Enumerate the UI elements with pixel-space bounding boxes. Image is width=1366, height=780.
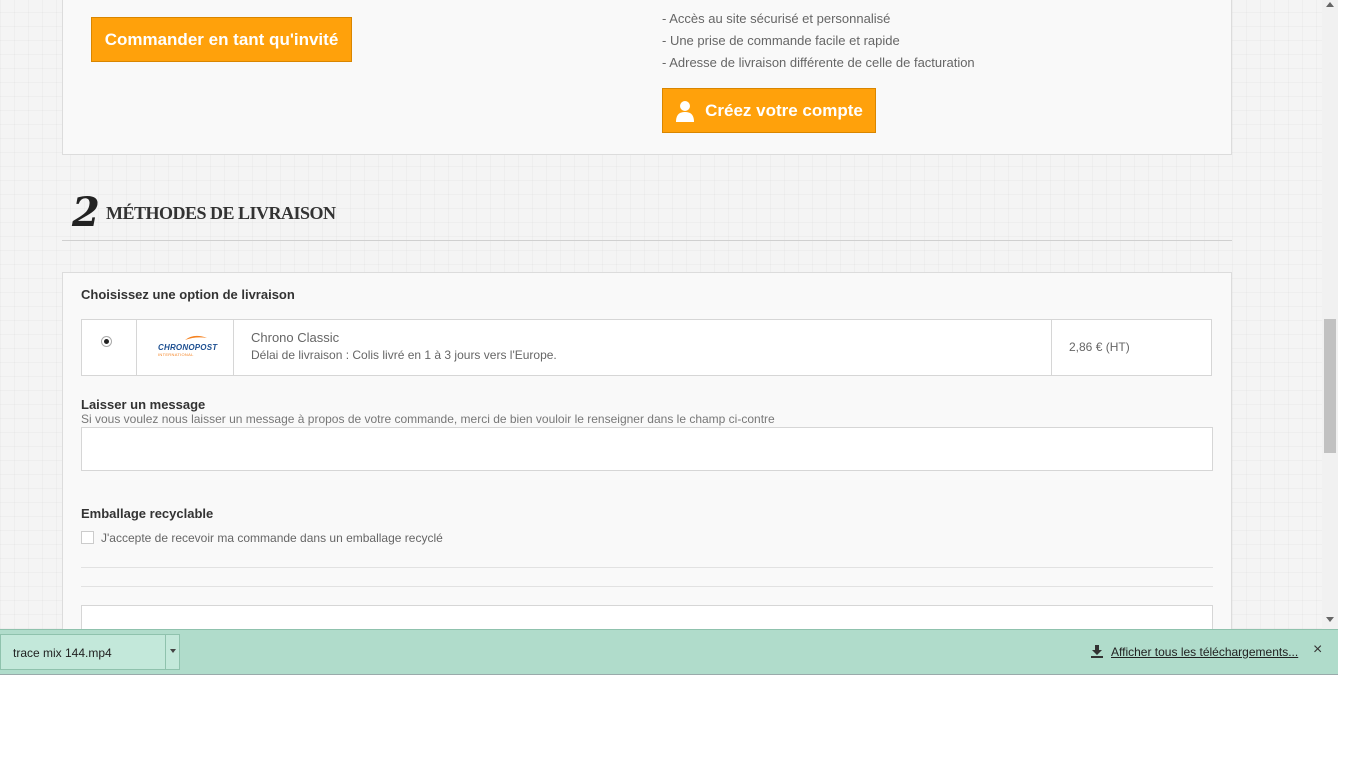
message-hint: Si vous voulez nous laisser un message à…	[81, 412, 775, 426]
download-file-name[interactable]: trace mix 144.mp4	[13, 646, 112, 660]
choose-delivery-label: Choisissez une option de livraison	[81, 287, 295, 302]
show-all-downloads-link[interactable]: Afficher tous les téléchargements...	[1111, 645, 1298, 659]
download-menu-divider	[165, 635, 166, 669]
carrier-price: 2,86 € (HT)	[1069, 340, 1130, 354]
next-panel	[81, 605, 1213, 629]
delivery-section-title: MÉTHODES DE LIVRAISON	[106, 203, 336, 223]
user-icon	[676, 100, 695, 122]
section-divider	[62, 240, 1232, 241]
delivery-radio[interactable]	[101, 336, 112, 347]
page-viewport: Commander en tant qu'invité - Accès au s…	[0, 0, 1322, 629]
radio-dot	[104, 339, 109, 344]
bottom-strip	[0, 674, 1338, 675]
download-item[interactable]: trace mix 144.mp4	[0, 634, 180, 670]
delivery-option-row[interactable]: CHRONOPOST INTERNATIONAL Chrono Classic …	[81, 319, 1212, 376]
chevron-down-icon[interactable]	[170, 649, 176, 653]
chronopost-logo-sub: INTERNATIONAL	[158, 352, 194, 357]
downloads-bar: trace mix 144.mp4 Afficher tous les télé…	[0, 629, 1338, 674]
scroll-up-arrow-icon[interactable]	[1326, 2, 1334, 7]
scrollbar-thumb[interactable]	[1324, 319, 1336, 453]
carrier-description: Délai de livraison : Colis livré en 1 à …	[251, 348, 557, 362]
benefit-item: - Adresse de livraison différente de cel…	[662, 55, 975, 70]
chronopost-swoosh-icon	[185, 335, 207, 340]
message-textarea[interactable]	[81, 427, 1213, 471]
benefit-item: - Accès au site sécurisé et personnalisé	[662, 11, 891, 26]
page-scrollbar[interactable]	[1322, 0, 1338, 629]
divider	[81, 567, 1213, 568]
packaging-checkbox-label[interactable]: J'accepte de recevoir ma commande dans u…	[101, 531, 443, 545]
download-icon	[1091, 645, 1103, 658]
account-benefits: - Accès au site sécurisé et personnalisé…	[662, 8, 975, 74]
message-title: Laisser un message	[81, 397, 206, 412]
carrier-info-cell: Chrono Classic Délai de livraison : Coli…	[233, 320, 1052, 375]
create-account-button[interactable]: Créez votre compte	[662, 88, 876, 133]
divider	[81, 586, 1213, 587]
close-icon[interactable]: ×	[1313, 641, 1322, 659]
benefit-item: - Une prise de commande facile et rapide	[662, 33, 900, 48]
chronopost-logo: CHRONOPOST INTERNATIONAL	[158, 334, 224, 358]
scroll-down-arrow-icon[interactable]	[1326, 617, 1334, 622]
radio-cell	[82, 320, 137, 375]
chronopost-logo-text: CHRONOPOST	[158, 343, 218, 352]
packaging-title: Emballage recyclable	[81, 506, 214, 521]
create-account-label: Créez votre compte	[705, 100, 863, 120]
carrier-logo-cell: CHRONOPOST INTERNATIONAL	[136, 320, 234, 375]
packaging-checkbox[interactable]	[81, 531, 94, 544]
delivery-step-number: 2	[72, 189, 100, 236]
carrier-name: Chrono Classic	[251, 330, 340, 345]
guest-checkout-button[interactable]: Commander en tant qu'invité	[91, 17, 352, 62]
